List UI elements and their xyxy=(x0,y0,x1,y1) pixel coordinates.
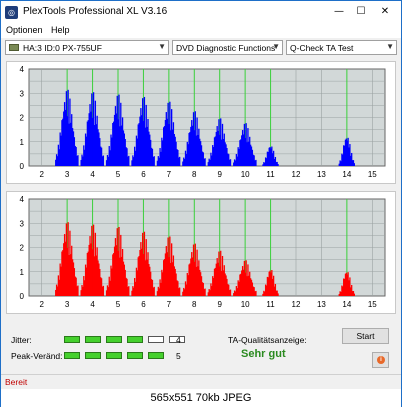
quality-label: TA-Qualitätsanzeige: xyxy=(228,335,307,345)
jitter-meter xyxy=(64,336,185,344)
x-tick-label: 15 xyxy=(368,170,377,179)
function-select[interactable]: DVD Diagnostic Functions ▼ xyxy=(172,40,283,55)
x-tick-label: 5 xyxy=(116,300,121,309)
x-tick-label: 9 xyxy=(217,300,222,309)
chevron-down-icon: ▼ xyxy=(386,42,394,51)
x-tick-label: 10 xyxy=(241,170,250,179)
results-panel: Jitter: 4 Peak-Veränd: 5 TA-Qualitätsanz… xyxy=(6,325,396,371)
x-tick-label: 14 xyxy=(342,170,351,179)
x-tick-label: 4 xyxy=(90,300,95,309)
toolbar: HA:3 ID:0 PX-755UF ▼ DVD Diagnostic Func… xyxy=(1,39,401,57)
x-tick-label: 8 xyxy=(192,300,197,309)
y-tick-label: 1 xyxy=(20,138,25,147)
meter-segment xyxy=(127,336,143,343)
title-bar[interactable]: ◎ PlexTools Professional XL V3.16 — ☐ ✕ xyxy=(1,1,401,23)
meter-segment xyxy=(85,336,101,343)
x-tick-label: 3 xyxy=(65,300,70,309)
jitter-value: 4 xyxy=(176,335,181,345)
maximize-icon[interactable]: ☐ xyxy=(351,3,371,20)
drive-icon xyxy=(9,44,19,51)
y-tick-label: 3 xyxy=(20,219,25,228)
app-logo-icon: ◎ xyxy=(5,6,18,19)
chevron-down-icon: ▼ xyxy=(272,42,280,51)
peak-label: Peak-Veränd: xyxy=(11,351,63,361)
x-tick-label: 4 xyxy=(90,170,95,179)
x-tick-label: 9 xyxy=(217,170,222,179)
y-tick-label: 4 xyxy=(20,195,25,204)
x-tick-label: 10 xyxy=(241,300,250,309)
test-select[interactable]: Q-Check TA Test ▼ xyxy=(286,40,397,55)
x-tick-label: 2 xyxy=(39,170,44,179)
x-tick-label: 6 xyxy=(141,300,146,309)
x-tick-label: 8 xyxy=(192,170,197,179)
peak-value: 5 xyxy=(176,351,181,361)
x-tick-label: 3 xyxy=(65,170,70,179)
test-select-value: Q-Check TA Test xyxy=(290,43,354,53)
x-tick-label: 15 xyxy=(368,300,377,309)
drive-select-value: HA:3 ID:0 PX-755UF xyxy=(23,43,102,53)
x-tick-label: 7 xyxy=(167,170,172,179)
y-tick-label: 0 xyxy=(20,292,25,301)
x-tick-label: 11 xyxy=(266,170,275,179)
status-text: Bereit xyxy=(5,377,28,387)
meter-segment xyxy=(85,352,101,359)
menu-optionen[interactable]: Optionen xyxy=(6,25,43,35)
quality-value: Sehr gut xyxy=(241,348,286,360)
x-tick-label: 5 xyxy=(116,170,121,179)
ta-chart-top: 012342 3 4 5 6 7 8 9 10 11 12 13 14 15 xyxy=(20,65,386,179)
meter-segment xyxy=(148,336,164,343)
y-tick-label: 4 xyxy=(20,65,25,74)
start-button[interactable]: Start xyxy=(342,328,389,344)
y-tick-label: 2 xyxy=(20,114,25,123)
meter-segment xyxy=(127,352,143,359)
y-tick-label: 0 xyxy=(20,162,25,171)
y-tick-label: 2 xyxy=(20,244,25,253)
x-tick-label: 11 xyxy=(266,300,275,309)
x-tick-label: 13 xyxy=(317,170,326,179)
drive-select[interactable]: HA:3 ID:0 PX-755UF ▼ xyxy=(5,40,169,55)
x-tick-label: 6 xyxy=(141,170,146,179)
chevron-down-icon: ▼ xyxy=(158,42,166,51)
x-tick-label: 12 xyxy=(292,170,301,179)
x-tick-label: 13 xyxy=(317,300,326,309)
x-tick-label: 12 xyxy=(292,300,301,309)
meter-segment xyxy=(64,352,80,359)
status-bar: Bereit xyxy=(1,374,401,388)
x-tick-label: 2 xyxy=(39,300,44,309)
jitter-label: Jitter: xyxy=(11,335,32,345)
x-tick-label: 7 xyxy=(167,300,172,309)
app-window: ◎ PlexTools Professional XL V3.16 — ☐ ✕ … xyxy=(0,0,402,407)
meter-segment xyxy=(148,352,164,359)
chart-panel-bottom: 0 1 2 3 4 2 3 4 5 6 7 8 9 10 11 12 13 14 15 xyxy=(6,191,396,314)
y-tick-label: 1 xyxy=(20,268,25,277)
minimize-icon[interactable]: — xyxy=(329,3,349,20)
function-select-value: DVD Diagnostic Functions xyxy=(176,43,276,53)
menu-bar: Optionen Help xyxy=(1,23,401,38)
close-icon[interactable]: ✕ xyxy=(375,3,395,20)
image-caption: 565x551 70kb JPEG xyxy=(1,389,401,407)
info-button[interactable]: i xyxy=(372,352,389,368)
window-title: PlexTools Professional XL V3.16 xyxy=(23,6,168,17)
chart-panel-top: 0 1 2 3 4 2 3 4 5 6 7 8 9 10 11 12 13 14 15 xyxy=(6,61,396,184)
info-icon: i xyxy=(377,356,385,364)
peak-meter xyxy=(64,352,174,360)
meter-segment xyxy=(64,336,80,343)
menu-help[interactable]: Help xyxy=(51,25,70,35)
y-tick-label: 3 xyxy=(20,89,25,98)
ta-chart-bottom: 012342 3 4 5 6 7 8 9 10 11 12 13 14 15 xyxy=(20,195,386,309)
meter-segment xyxy=(106,352,122,359)
x-tick-label: 14 xyxy=(342,300,351,309)
meter-segment xyxy=(106,336,122,343)
